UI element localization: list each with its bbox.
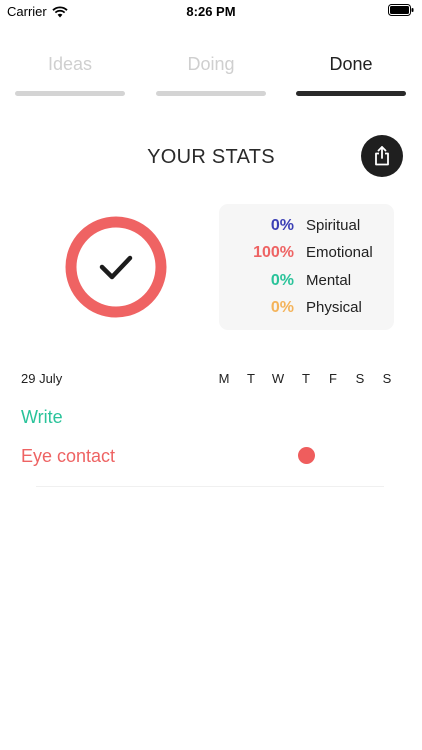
- completion-ring: [65, 216, 167, 318]
- battery-icon: [388, 4, 414, 16]
- stat-percent: 0%: [270, 217, 294, 234]
- tab-doing-indicator: [156, 91, 266, 96]
- day-header: S: [382, 371, 392, 386]
- day-header: T: [302, 371, 310, 386]
- tab-done[interactable]: Done: [296, 54, 406, 96]
- day-header: T: [247, 371, 255, 386]
- tab-doing-label: Doing: [187, 54, 235, 74]
- day-header: W: [271, 371, 285, 386]
- tab-ideas-label: Ideas: [47, 54, 93, 74]
- share-icon: [375, 146, 389, 166]
- stat-row-physical: 0% Physical: [219, 299, 394, 319]
- divider: [36, 486, 384, 487]
- stat-percent: 0%: [270, 272, 294, 289]
- tab-doing[interactable]: Doing: [156, 54, 266, 96]
- status-time: 8:26 PM: [186, 4, 236, 19]
- checkmark-icon: [99, 255, 133, 280]
- stat-name: Physical: [306, 299, 362, 316]
- tab-done-label: Done: [329, 54, 373, 74]
- stat-percent: 0%: [270, 299, 294, 316]
- share-button[interactable]: [361, 135, 403, 177]
- stat-name: Spiritual: [306, 217, 361, 234]
- tab-ideas-indicator: [15, 91, 125, 96]
- stat-row-spiritual: 0% Spiritual: [219, 217, 394, 237]
- stat-percent: 100%: [253, 244, 294, 261]
- week-date: 29 July: [21, 371, 63, 386]
- habit-eye-contact[interactable]: Eye contact: [21, 446, 115, 467]
- stat-row-emotional: 100% Emotional: [219, 244, 394, 264]
- day-header: S: [355, 371, 365, 386]
- tab-done-indicator: [296, 91, 406, 96]
- stat-name: Emotional: [306, 244, 373, 261]
- habit-write[interactable]: Write: [21, 407, 63, 428]
- stat-name: Mental: [306, 272, 352, 289]
- stats-breakdown-card: 0% Spiritual 100% Emotional 0% Mental 0%…: [219, 204, 394, 330]
- habit-completed-dot: [298, 447, 315, 464]
- stat-row-mental: 0% Mental: [219, 272, 394, 292]
- stats-title: YOUR STATS: [147, 146, 275, 168]
- day-header: F: [329, 371, 337, 386]
- day-header: M: [218, 371, 230, 386]
- tab-ideas[interactable]: Ideas: [15, 54, 125, 96]
- status-bar: Carrier 8:26 PM: [0, 0, 422, 24]
- tab-bar: Ideas Doing Done: [15, 54, 407, 96]
